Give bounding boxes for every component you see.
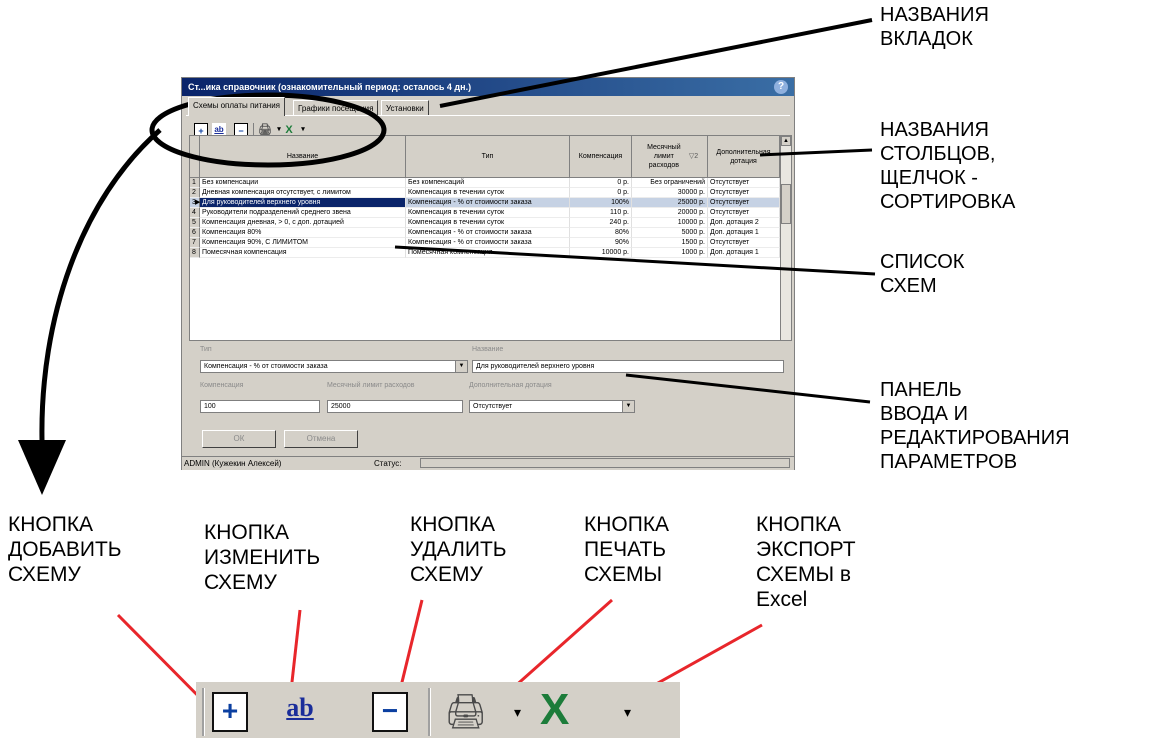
toolbar-separator xyxy=(202,688,205,736)
tabs-callout-line xyxy=(439,18,873,108)
annotation-edit-button: КНОПКА ИЗМЕНИТЬ СХЕМУ xyxy=(204,521,321,594)
toolbar-separator xyxy=(428,688,431,736)
callout-lines xyxy=(18,18,876,720)
print-dropdown-icon[interactable]: ▾ xyxy=(514,704,521,721)
annotation-delete-button: КНОПКА УДАЛИТЬ СХЕМУ xyxy=(410,513,507,586)
annotation-schemes-list: СПИСОК СХЕМ xyxy=(880,251,965,297)
annotation-tab-names: НАЗВАНИЯ ВКЛАДОК xyxy=(880,4,989,50)
excel-export-icon[interactable]: X xyxy=(540,688,569,732)
printer-icon[interactable]: 🖨 xyxy=(444,692,487,732)
columns-callout-line xyxy=(759,148,873,157)
export-dropdown-icon[interactable]: ▾ xyxy=(624,704,631,721)
annotation-print-button: КНОПКА ПЕЧАТЬ СХЕМЫ xyxy=(584,513,670,586)
delete-scheme-icon[interactable]: − xyxy=(372,692,408,732)
annotation-column-names: НАЗВАНИЯ СТОЛБЦОВ, ЩЕЛЧОК - СОРТИРОВКА xyxy=(880,119,1016,213)
annotation-add-button: КНОПКА ДОБАВИТЬ СХЕМУ xyxy=(8,513,122,586)
edit-scheme-icon[interactable]: ab xyxy=(276,690,324,726)
arrow-head-icon xyxy=(18,440,66,495)
list-callout-line xyxy=(394,245,876,276)
panel-callout-line xyxy=(625,373,871,404)
zoomed-toolbar: + ab − 🖨 ▾ X ▾ xyxy=(196,682,680,738)
annotation-export-button: КНОПКА ЭКСПОРТ СХЕМЫ в Excel xyxy=(756,513,856,611)
curved-arrow xyxy=(39,128,162,441)
add-scheme-icon[interactable]: + xyxy=(212,692,248,732)
annotation-edit-panel: ПАНЕЛЬ ВВОДА И РЕДАКТИРОВАНИЯ ПАРАМЕТРОВ xyxy=(880,379,1070,473)
tab-meal-schemes[interactable]: Схемы оплаты питания xyxy=(188,97,286,116)
